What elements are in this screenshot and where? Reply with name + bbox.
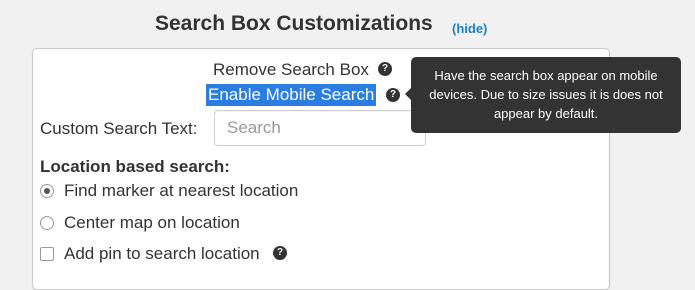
remove-search-box-label[interactable]: Remove Search Box [213,60,369,80]
page-title: Search Box Customizations [155,12,433,35]
help-icon[interactable]: ? [386,88,400,102]
location-search-title: Location based search: [40,157,230,176]
help-glyph: ? [276,247,284,258]
help-icon[interactable]: ? [378,62,392,76]
find-marker-radio[interactable] [40,184,54,198]
custom-search-text-input[interactable] [214,110,426,146]
add-pin-checkbox[interactable] [40,247,54,261]
custom-search-text-label: Custom Search Text: [40,119,198,138]
find-marker-label[interactable]: Find marker at nearest location [64,181,298,201]
help-icon[interactable]: ? [273,246,287,260]
enable-mobile-search-text: Enable Mobile Search [206,84,377,106]
help-glyph: ? [389,89,397,100]
add-pin-label[interactable]: Add pin to search location [64,244,260,264]
center-map-radio[interactable] [40,216,54,230]
hide-link[interactable]: (hide) [452,21,487,36]
tooltip: Have the search box appear on mobile dev… [411,57,681,133]
help-glyph: ? [381,63,389,74]
enable-mobile-search-label[interactable]: Enable Mobile Search [206,84,377,106]
center-map-label[interactable]: Center map on location [64,213,240,233]
